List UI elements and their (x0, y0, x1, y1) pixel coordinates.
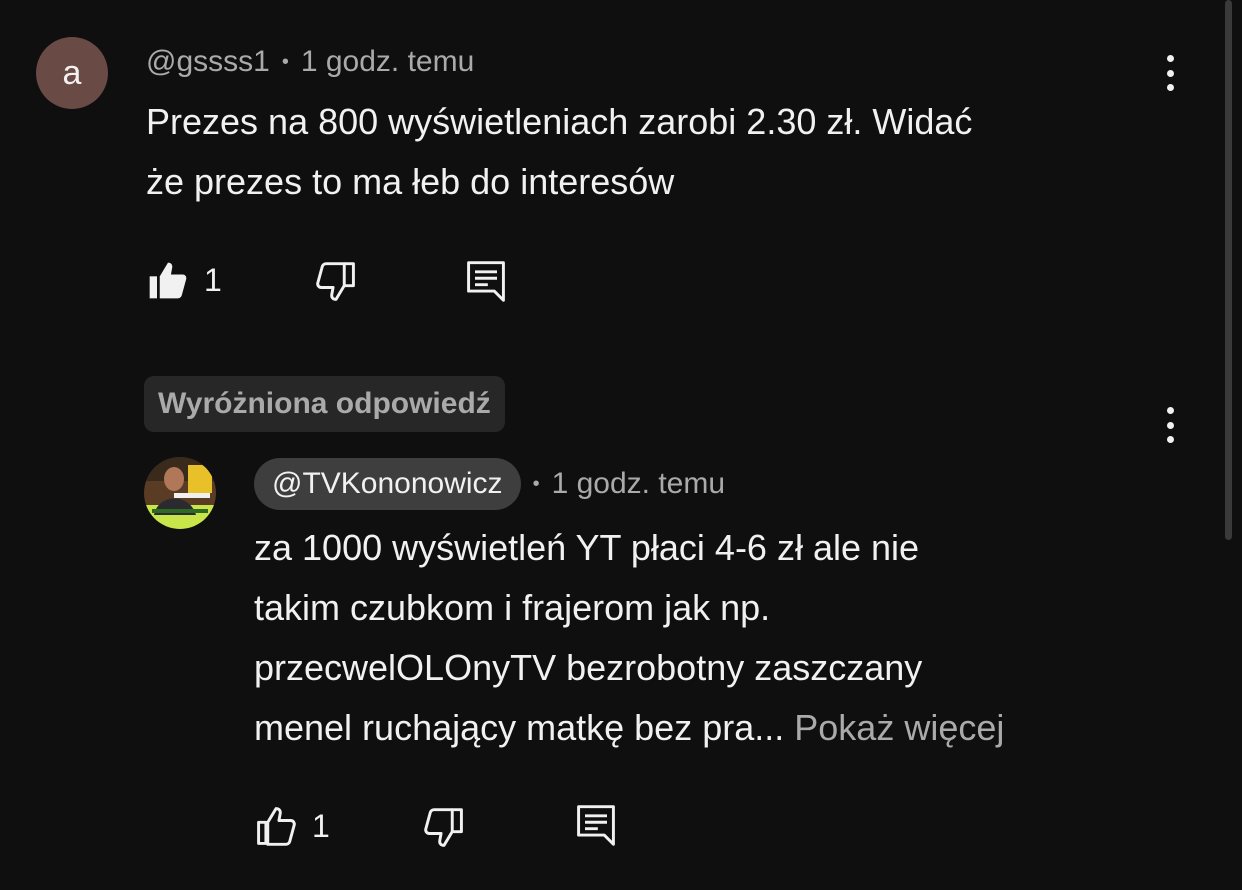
reply-button[interactable] (464, 258, 508, 304)
comment-meta: @gssss1 • 1 godz. temu (146, 42, 474, 82)
comment-text-line: Prezes na 800 wyświetleniach zarobi 2.30… (146, 101, 973, 142)
comment-author[interactable]: @gssss1 (146, 45, 270, 79)
avatar-letter: a (62, 53, 82, 92)
avatar[interactable]: a (36, 37, 108, 109)
reply-text-line: przecwelOLOnyTV bezrobotny zaszczany (254, 647, 923, 688)
more-vert-icon (1166, 55, 1174, 62)
comment-text: Prezes na 800 wyświetleniach zarobi 2.30… (146, 92, 972, 212)
comments-panel: a @gssss1 • 1 godz. temu Prezes na 800 w… (0, 0, 1242, 890)
comment-more-button[interactable] (1158, 51, 1182, 95)
reply-like-button[interactable]: 1 (254, 804, 330, 848)
separator-dot: • (532, 472, 540, 495)
reply-avatar[interactable] (144, 457, 216, 529)
reply-text-line: takim czubkom i frajerom jak np. (254, 587, 771, 628)
reply-text-line: menel ruchający matkę bez pra... Pokaż w… (254, 698, 1004, 758)
thumbs-up-filled-icon (146, 258, 190, 302)
show-more-link[interactable]: Pokaż więcej (794, 707, 1004, 748)
badge-label: Wyróżniona odpowiedź (158, 387, 491, 420)
dislike-button[interactable] (314, 260, 358, 304)
reply-icon (464, 258, 508, 304)
thumbs-down-icon (314, 260, 358, 304)
reply-text: za 1000 wyświetleń YT płaci 4-6 zł ale n… (254, 518, 1004, 758)
reply-like-count: 1 (312, 807, 330, 844)
comment-time[interactable]: 1 godz. temu (301, 45, 474, 79)
reply-dislike-button[interactable] (422, 806, 466, 850)
reply-text-line: za 1000 wyświetleń YT płaci 4-6 zł ale n… (254, 527, 920, 568)
more-vert-icon (1166, 407, 1174, 414)
comment-text-line: że prezes to ma łeb do interesów (146, 161, 675, 202)
like-count: 1 (204, 261, 222, 298)
separator-dot: • (281, 50, 289, 73)
like-button[interactable]: 1 (146, 258, 222, 302)
reply-time[interactable]: 1 godz. temu (552, 467, 725, 501)
reply-more-button[interactable] (1158, 403, 1182, 447)
highlighted-reply-badge: Wyróżniona odpowiedź (144, 376, 505, 432)
thumbs-up-outline-icon (254, 804, 298, 848)
reply-text-truncated: menel ruchający matkę bez pra... (254, 707, 785, 748)
reply-meta: @TVKononowicz • 1 godz. temu (254, 458, 725, 510)
reply-author-pill[interactable]: @TVKononowicz (254, 458, 521, 510)
reply-reply-button[interactable] (574, 802, 618, 848)
scrollbar[interactable] (1225, 0, 1232, 540)
reply-icon (574, 802, 618, 848)
thumbs-down-icon (422, 806, 466, 850)
